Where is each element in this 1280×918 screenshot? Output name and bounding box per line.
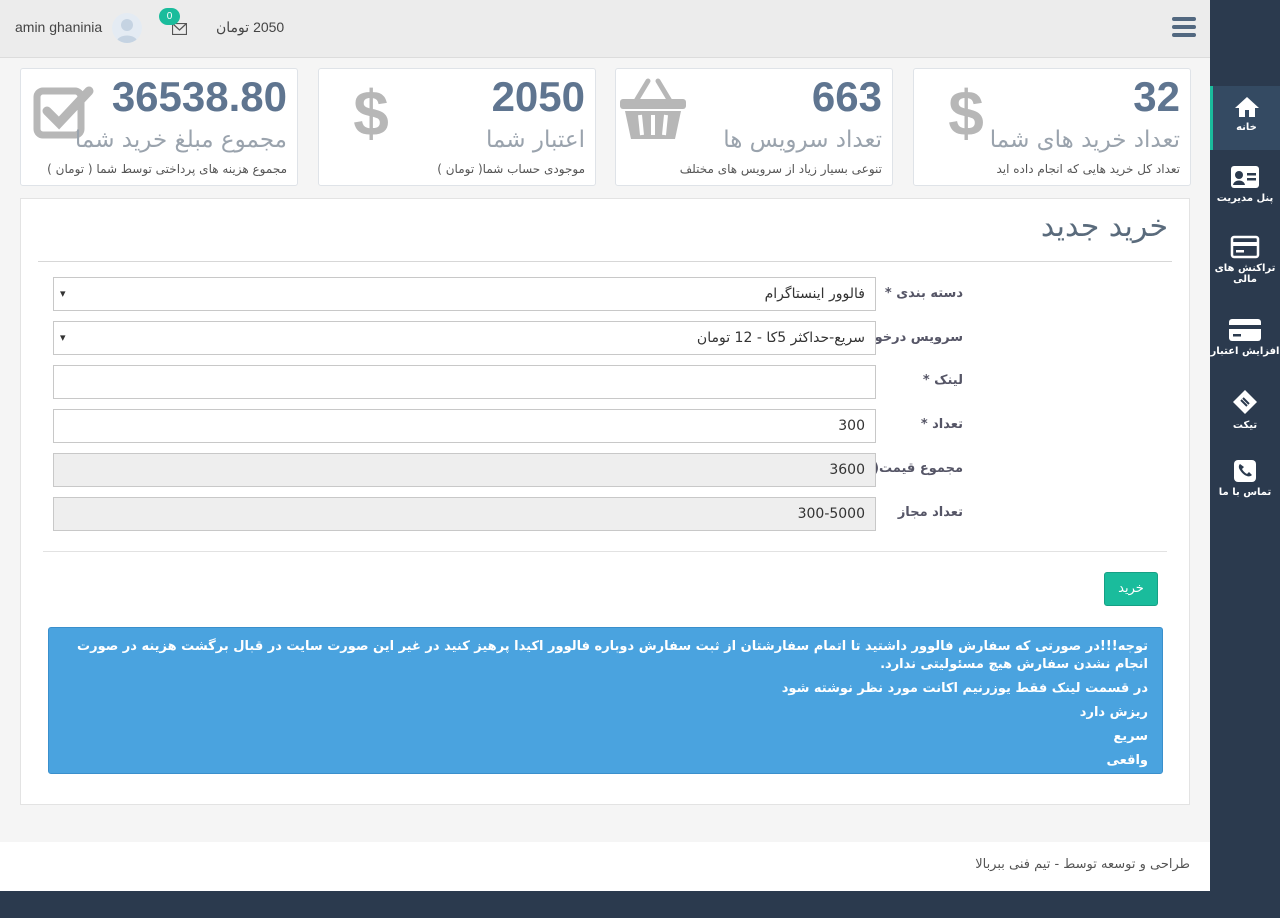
sidebar-item-label: تیکت [1232, 420, 1258, 431]
stat-title: اعتبار شما [486, 127, 585, 153]
total-price-field: 3600 [53, 453, 876, 487]
stat-description: تعداد کل خرید هایی که انجام داده اید [996, 162, 1180, 176]
sidebar-item-add-credit[interactable]: افزایش اعتبار [1210, 318, 1280, 368]
sidebar-item-admin-panel[interactable]: پنل مدیریت [1210, 165, 1280, 225]
username[interactable]: amin ghaninia [15, 19, 102, 35]
basket-icon [618, 77, 690, 149]
id-card-icon [1231, 166, 1259, 188]
notice-line: سریع [1113, 729, 1148, 744]
card-icon [1229, 319, 1261, 341]
allowed-quantity-field: 300-5000 [53, 497, 876, 531]
category-select[interactable]: فالوور اینستاگرام [53, 277, 876, 311]
header-balance: 2050 تومان [216, 19, 285, 35]
stat-card-credit: $ 2050 اعتبار شما موجودی حساب شما( تومان… [318, 68, 596, 186]
page-title: خرید جدید [1040, 209, 1168, 244]
footer-credit: طراحی و توسعه توسط - تیم فنی ببربالا [975, 857, 1190, 872]
stat-description: موجودی حساب شما( تومان ) [437, 162, 585, 176]
sidebar: خانه پنل مدیریت تراکنش های مالی افزایش ا… [1210, 0, 1280, 918]
divider [43, 551, 1167, 552]
allowed-quantity-label: تعداد مجاز [897, 505, 963, 520]
sidebar-item-ticket[interactable]: تیکت [1210, 388, 1280, 438]
sidebar-item-label: پنل مدیریت [1216, 193, 1274, 204]
sidebar-item-label: خانه [1236, 122, 1257, 133]
link-input[interactable] [53, 365, 876, 399]
link-label: لینک * [922, 373, 963, 388]
notification-badge: 0 [159, 8, 180, 25]
sidebar-item-contact[interactable]: تماس با ما [1210, 459, 1280, 509]
quantity-input[interactable]: 300 [53, 409, 876, 443]
stat-value: 2050 [491, 73, 585, 120]
buy-button[interactable]: خرید [1104, 572, 1158, 606]
svg-text:$: $ [948, 81, 984, 145]
sidebar-item-label: تماس با ما [1218, 487, 1272, 498]
footer: طراحی و توسعه توسط - تیم فنی ببربالا [0, 842, 1210, 891]
dollar-icon: $ [349, 77, 421, 153]
avatar[interactable] [112, 13, 142, 43]
svg-text:$: $ [353, 81, 389, 145]
main-content: amin ghaninia 0 2050 تومان 36538.80 مجمو… [0, 0, 1210, 891]
stat-card-services: 663 تعداد سرویس ها تنوعی بسیار زیاد از س… [615, 68, 893, 186]
home-icon [1234, 97, 1259, 117]
notice-line: در قسمت لینک فقط یوزرنیم اکانت مورد نظر … [781, 681, 1148, 696]
sidebar-item-label: تراکنش های مالی [1214, 263, 1276, 285]
stat-card-total-spent: 36538.80 مجموع مبلغ خرید شما مجموع هزینه… [20, 68, 298, 186]
stat-title: تعداد خرید های شما [989, 127, 1180, 153]
quantity-label: تعداد * [920, 417, 963, 432]
sidebar-item-home[interactable]: خانه [1210, 86, 1280, 150]
menu-toggle-icon[interactable] [1172, 17, 1196, 39]
stat-title: تعداد سرویس ها [723, 127, 882, 153]
stat-value: 663 [811, 73, 882, 120]
stat-value: 36538.80 [111, 73, 287, 120]
credit-card-icon [1230, 235, 1260, 259]
sidebar-item-transactions[interactable]: تراکنش های مالی [1210, 235, 1280, 301]
stat-description: مجموع هزینه های پرداختی توسط شما ( تومان… [47, 162, 287, 176]
stat-description: تنوعی بسیار زیاد از سرویس های مختلف [679, 162, 882, 176]
notice-line: توجه!!!در صورتی که سفارش فالوور داشتید ت… [77, 639, 1148, 672]
ticket-icon [1233, 390, 1257, 414]
notice-alert: توجه!!!در صورتی که سفارش فالوور داشتید ت… [48, 627, 1163, 774]
category-label: دسته بندی * [884, 286, 963, 301]
stat-title: مجموع مبلغ خرید شما [74, 127, 287, 153]
new-purchase-panel: خرید جدید دسته بندی * فالوور اینستاگرام … [20, 198, 1190, 805]
stat-value: 32 [1133, 73, 1180, 120]
notice-line: واقعی [1106, 753, 1148, 768]
stat-card-purchases: $ 32 تعداد خرید های شما تعداد کل خرید ها… [913, 68, 1191, 186]
divider [38, 261, 1172, 262]
service-select[interactable]: سریع-حداکثر 5کا - 12 تومان [53, 321, 876, 355]
phone-icon [1234, 460, 1256, 482]
notice-line: ریزش دارد [1079, 705, 1148, 720]
sidebar-item-label: افزایش اعتبار [1210, 346, 1280, 357]
top-header: amin ghaninia 0 2050 تومان [0, 0, 1210, 58]
